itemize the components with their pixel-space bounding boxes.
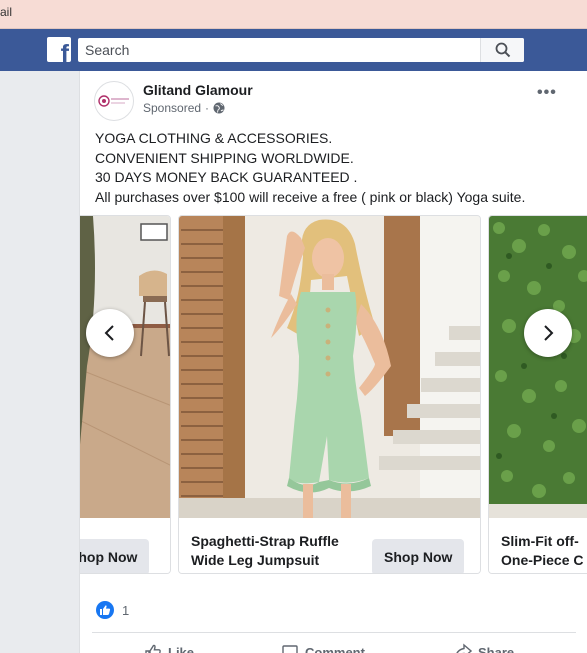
- comment-icon: [282, 645, 298, 653]
- card-footer: Slim-Fit off- One-Piece C: [489, 518, 587, 573]
- thumbs-up-icon: [145, 644, 161, 653]
- like-label: Like: [168, 644, 195, 653]
- carousel-prev-button[interactable]: [86, 309, 134, 357]
- like-reaction-icon: [96, 601, 114, 619]
- product-image[interactable]: [489, 216, 587, 518]
- carousel-next-button[interactable]: [524, 309, 572, 357]
- product-image[interactable]: [179, 216, 480, 518]
- brand-logo-icon: [98, 95, 129, 107]
- browser-tab-text[interactable]: ail: [0, 5, 12, 19]
- shop-now-button[interactable]: Shop Now: [80, 539, 150, 573]
- product-title-line: Spaghetti-Strap Ruffle: [191, 533, 339, 549]
- sponsored-post: Glitand Glamour Sponsored · ••• YOGA CLO…: [79, 71, 587, 653]
- carousel-card[interactable]: Spaghetti-Strap Ruffle Wide Leg Jumpsuit…: [178, 215, 481, 574]
- post-text: YOGA CLOTHING & ACCESSORIES. CONVENIENT …: [95, 129, 525, 207]
- more-options-button[interactable]: •••: [537, 85, 557, 102]
- like-button[interactable]: Like: [144, 643, 194, 653]
- card-footer: Spaghetti-Strap Ruffle Wide Leg Jumpsuit…: [179, 518, 480, 573]
- reaction-count: 1: [122, 602, 130, 618]
- search-button[interactable]: [480, 38, 524, 62]
- product-title[interactable]: Spaghetti-Strap Ruffle Wide Leg Jumpsuit: [191, 532, 339, 570]
- product-image[interactable]: [80, 216, 170, 518]
- comment-label: Comment: [305, 644, 365, 653]
- page-avatar[interactable]: [94, 81, 134, 121]
- product-title[interactable]: Slim-Fit off- One-Piece C: [501, 532, 583, 570]
- sponsored-row: Sponsored ·: [143, 101, 225, 115]
- page-name-link[interactable]: Glitand Glamour: [143, 82, 253, 98]
- post-text-line: YOGA CLOTHING & ACCESSORIES.: [95, 130, 333, 146]
- facebook-logo-icon[interactable]: f: [47, 37, 71, 62]
- chevron-left-icon: [104, 325, 114, 341]
- product-carousel: Shop Now: [80, 215, 587, 574]
- share-label: Share: [478, 644, 515, 653]
- shop-now-button[interactable]: Shop Now: [372, 539, 465, 573]
- divider: [92, 632, 576, 633]
- carousel-card[interactable]: Shop Now: [80, 215, 171, 574]
- share-button[interactable]: Share: [454, 643, 514, 653]
- browser-tab-strip: ail: [0, 0, 587, 29]
- search-input[interactable]: [78, 38, 480, 62]
- product-title-line: Wide Leg Jumpsuit: [191, 552, 320, 568]
- sponsored-label[interactable]: Sponsored: [143, 101, 201, 115]
- reaction-summary[interactable]: 1: [96, 601, 129, 619]
- product-title-line: Slim-Fit off-: [501, 533, 579, 549]
- share-icon: [456, 643, 472, 653]
- search-icon: [495, 42, 511, 58]
- post-text-line: CONVENIENT SHIPPING WORLDWIDE.: [95, 149, 354, 166]
- card-footer: Shop Now: [80, 518, 170, 573]
- chevron-right-icon: [544, 325, 554, 341]
- comment-button[interactable]: Comment: [281, 643, 365, 653]
- product-title-line: One-Piece C: [501, 552, 584, 568]
- post-text-line: 30 DAYS MONEY BACK GUARANTEED .: [95, 169, 358, 185]
- post-text-line: All purchases over $100 will receive a f…: [95, 188, 526, 205]
- globe-icon: [213, 102, 225, 114]
- facebook-header: f: [0, 29, 587, 71]
- search-bar: [78, 38, 524, 62]
- carousel-card[interactable]: Slim-Fit off- One-Piece C: [488, 215, 587, 574]
- post-actions: Like Comment Share: [92, 637, 576, 653]
